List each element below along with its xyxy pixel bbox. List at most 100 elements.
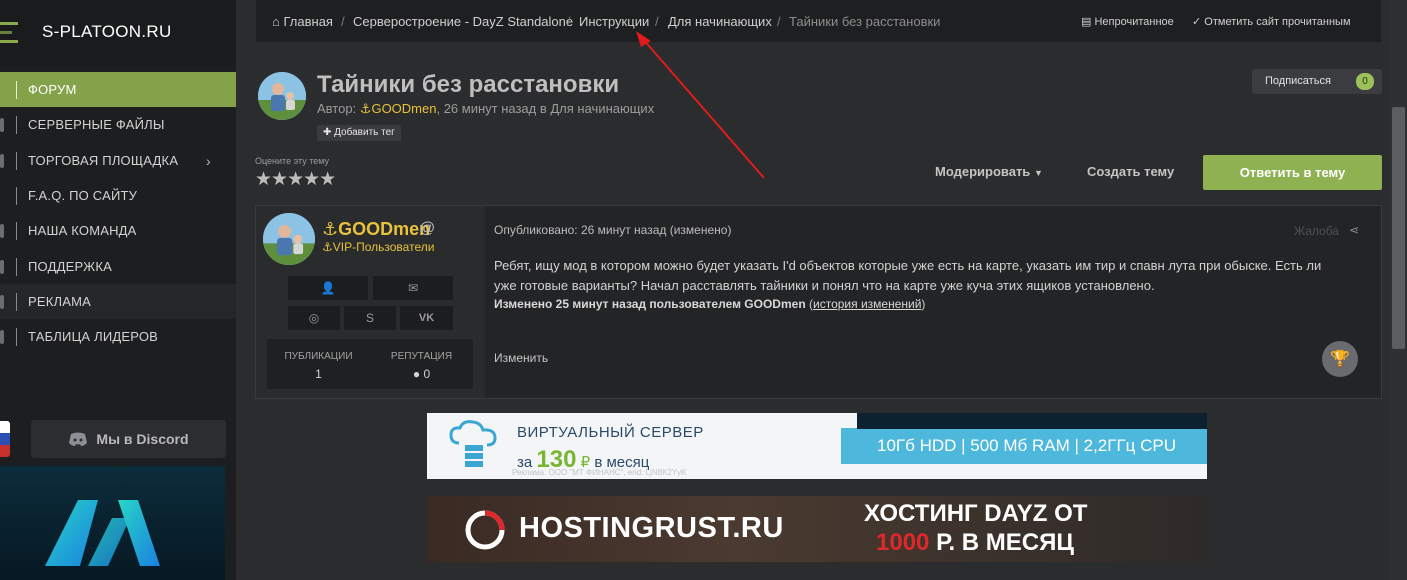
user-plus-icon: 👤: [320, 281, 336, 295]
cloud-server-icon: [449, 420, 497, 467]
divider: [16, 186, 17, 205]
breadcrumb: ⌂ Главная / Серверостроение - DayZ Stand…: [256, 0, 1381, 42]
sidebar-item-label: ТАБЛИЦА ЛИДЕРОВ: [28, 329, 159, 344]
edited-notice: Изменено 25 минут назад пользователем GO…: [494, 297, 926, 311]
sidebar-item-ads[interactable]: РЕКЛАМА: [0, 284, 236, 319]
unread-link[interactable]: ▤ Непрочитанное: [1081, 15, 1174, 28]
post-author-name[interactable]: ⚓GOODmen: [322, 219, 430, 240]
history-link[interactable]: история изменений: [813, 297, 921, 311]
message-button[interactable]: ✉: [373, 276, 453, 300]
logo-row[interactable]: S-PLATOON.RU: [0, 0, 236, 66]
inbox-icon: ✉: [407, 281, 419, 295]
discord-button[interactable]: Мы в Discord: [31, 420, 226, 458]
skype-icon: S: [365, 311, 374, 325]
breadcrumb-instructions[interactable]: Инструкции: [579, 14, 649, 29]
reputation-dot-icon: ●: [412, 367, 421, 381]
ad2-price-line: 1000 Р. В МЕСЯЦ: [876, 529, 1074, 556]
breadcrumb-home[interactable]: ⌂ Главная: [272, 14, 333, 29]
divider: [16, 257, 17, 276]
breadcrumb-separator: /: [341, 14, 345, 29]
sidebar-item-label: ФОРУМ: [28, 82, 77, 97]
rating-stars[interactable]: ★★★★★: [255, 168, 336, 191]
author-avatar[interactable]: [258, 72, 306, 120]
breadcrumb-current: Тайники без расстановки: [789, 14, 941, 29]
binary-pattern-icon: [857, 413, 1207, 429]
sidebar-item-faq[interactable]: F.A.Q. ПО САЙТУ: [0, 178, 236, 213]
moderate-dropdown[interactable]: Модерировать ▼: [935, 164, 1043, 179]
site-logo[interactable]: S-PLATOON.RU: [42, 22, 172, 42]
share-icon[interactable]: ⋖: [1349, 223, 1359, 237]
breadcrumb-server-building[interactable]: Серверостроение - DayZ Standalone: [353, 14, 573, 29]
skype-button[interactable]: S: [344, 306, 396, 330]
vk-button[interactable]: VK: [400, 306, 453, 330]
reputation-label: РЕПУТАЦИЯ: [390, 351, 453, 362]
menu-icon-line: [0, 40, 18, 43]
ad1-headline: ВИРТУАЛЬНЫЙ СЕРВЕР: [517, 424, 704, 441]
scrollbar-thumb[interactable]: [1392, 107, 1405, 349]
newspaper-icon: ▤: [1081, 16, 1092, 28]
icon: [0, 294, 4, 309]
chevron-right-icon: ›: [206, 152, 211, 169]
ad-banner-hostingrust[interactable]: HOSTINGRUST.RU ХОСТИНГ DAYZ ОТ 1000 Р. В…: [427, 496, 1207, 562]
post-author-avatar[interactable]: [263, 213, 315, 265]
mark-read-link[interactable]: ✓ Отметить сайт прочитанным: [1192, 15, 1351, 28]
website-button[interactable]: ◎: [288, 306, 340, 330]
promo-logo-icon: [45, 500, 160, 566]
breadcrumb-separator: /: [567, 14, 571, 29]
ad2-brand: HOSTINGRUST.RU: [519, 512, 784, 544]
create-topic-button[interactable]: Создать тему: [1087, 164, 1174, 179]
ad-banner-virtual-server[interactable]: ВИРТУАЛЬНЫЙ СЕРВЕР за 130 ₽ в месяц Рекл…: [427, 413, 1207, 479]
breadcrumb-separator: /: [777, 14, 781, 29]
icon: [0, 259, 4, 274]
ad1-specs: 10Гб HDD | 500 Мб RAM | 2,2ГГц CPU: [841, 428, 1207, 464]
sidebar-item-leaderboard[interactable]: ТАБЛИЦА ЛИДЕРОВ: [0, 319, 236, 354]
rating-label: Оцените эту тему: [255, 156, 330, 166]
chrome-icon: ◎: [308, 311, 320, 325]
promo-banner[interactable]: [0, 466, 225, 580]
sidebar-item-server-files[interactable]: СЕРВЕРНЫЕ ФАЙЛЫ: [0, 107, 236, 142]
home-icon: ⌂: [272, 14, 280, 29]
breadcrumb-beginners[interactable]: Для начинающих: [668, 14, 772, 29]
post-author-panel: ⚓GOODmen @ ⚓VIP-Пользователи 👤 ✉ ◎ S VK …: [256, 206, 485, 398]
sidebar-item-label: ПОДДЕРЖКА: [28, 259, 113, 274]
divider: [16, 115, 17, 134]
subscribe-button[interactable]: Подписаться 0: [1252, 69, 1382, 94]
posts-label: ПУБЛИКАЦИИ: [284, 351, 353, 362]
post-content: Ребят, ищу мод в котором можно будет ука…: [494, 258, 1322, 293]
author-link[interactable]: ⚓GOODmen: [360, 101, 437, 116]
sidebar-item-label: РЕКЛАМА: [28, 294, 92, 309]
sidebar-item-forum[interactable]: ФОРУМ: [0, 72, 236, 107]
divider: [16, 327, 17, 346]
reputation-value: ● 0: [412, 367, 431, 381]
post: ⚓GOODmen @ ⚓VIP-Пользователи 👤 ✉ ◎ S VK …: [255, 205, 1382, 399]
avatar-photo-icon: [258, 72, 306, 120]
add-friend-button[interactable]: 👤: [288, 276, 368, 300]
discord-label: Мы в Discord: [96, 431, 189, 447]
divider: [16, 221, 17, 240]
divider: [16, 80, 17, 99]
author-stats: ПУБЛИКАЦИИ 1 РЕПУТАЦИЯ ● 0: [267, 339, 473, 389]
edit-button[interactable]: Изменить: [494, 351, 548, 365]
add-tag-button[interactable]: ✚ Добавить тег: [317, 125, 401, 141]
sidebar-item-label: СЕРВЕРНЫЕ ФАЙЛЫ: [28, 117, 165, 132]
sidebar-item-label: НАША КОМАНДА: [28, 223, 137, 238]
post-date: Опубликовано: 26 минут назад (изменено): [494, 223, 732, 237]
reply-button[interactable]: Ответить в тему: [1203, 155, 1382, 190]
topic-meta: Автор: ⚓GOODmen, 26 минут назад в Для на…: [317, 101, 655, 116]
sidebar-item-marketplace[interactable]: ТОРГОВАЯ ПЛОЩАДКА ›: [0, 143, 236, 178]
icon: [0, 153, 4, 168]
sidebar-item-support[interactable]: ПОДДЕРЖКА: [0, 249, 236, 284]
ad2-headline: ХОСТИНГ DAYZ ОТ: [864, 500, 1088, 527]
trophy-icon[interactable]: 🏆: [1322, 341, 1358, 377]
caret-down-icon: ▼: [1033, 168, 1043, 178]
language-flag-icon[interactable]: [0, 421, 10, 457]
report-link[interactable]: Жалоба: [1294, 224, 1339, 238]
sidebar-item-team[interactable]: НАША КОМАНДА: [0, 213, 236, 248]
posts-value: 1: [315, 367, 322, 381]
mention-button[interactable]: @: [419, 220, 435, 238]
check-icon: ✓: [1192, 16, 1202, 28]
vk-icon: VK: [418, 312, 435, 324]
menu-icon-line: [0, 22, 18, 25]
breadcrumb-separator: /: [655, 14, 659, 29]
menu-icon-line: [0, 31, 12, 34]
